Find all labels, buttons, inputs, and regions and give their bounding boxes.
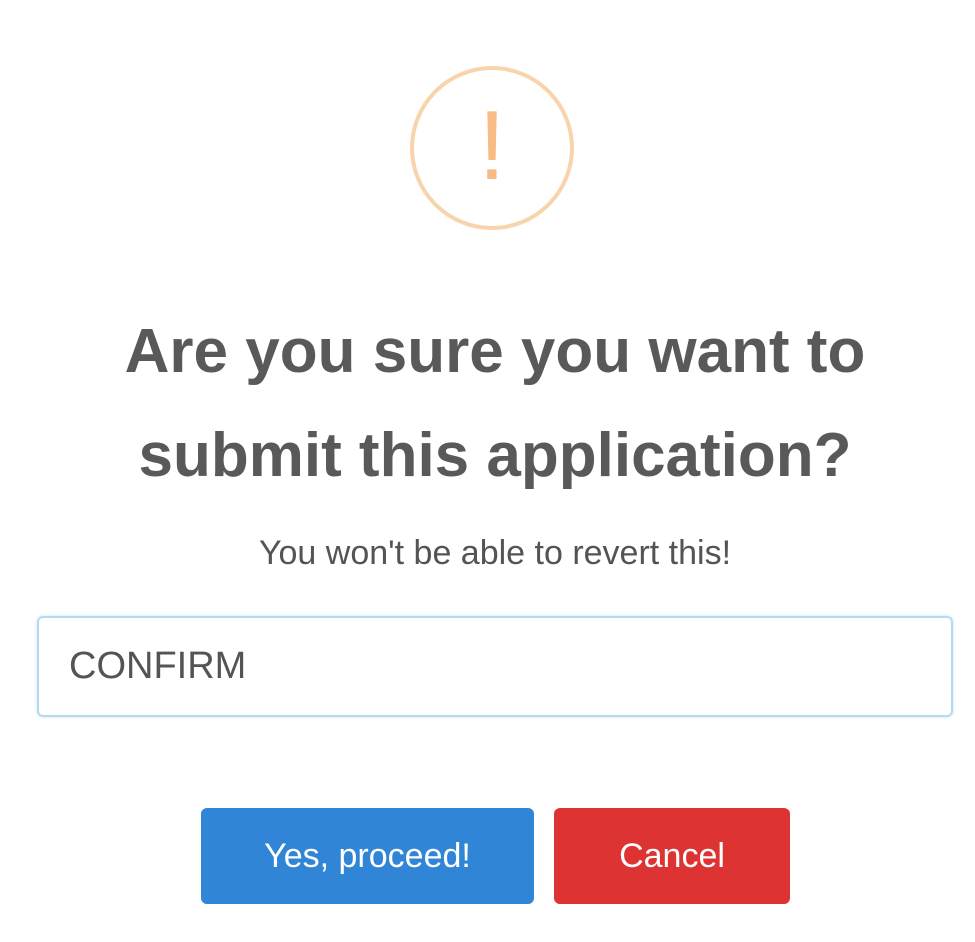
dialog-title: Are you sure you want to submit this app… [40, 300, 950, 508]
dialog-text: You won't be able to revert this! [258, 534, 732, 572]
cancel-button[interactable]: Cancel [554, 808, 790, 904]
dialog-title-line-2: submit this application? [138, 421, 852, 490]
dialog-title-line-1: Are you sure you want to [124, 317, 866, 386]
confirm-text-input[interactable] [37, 616, 953, 717]
warning-icon: ! [410, 66, 574, 230]
exclamation-mark-icon: ! [478, 90, 506, 200]
confirmation-dialog: ! Are you sure you want to submit this a… [0, 0, 975, 942]
yes-proceed-button[interactable]: Yes, proceed! [201, 808, 534, 904]
